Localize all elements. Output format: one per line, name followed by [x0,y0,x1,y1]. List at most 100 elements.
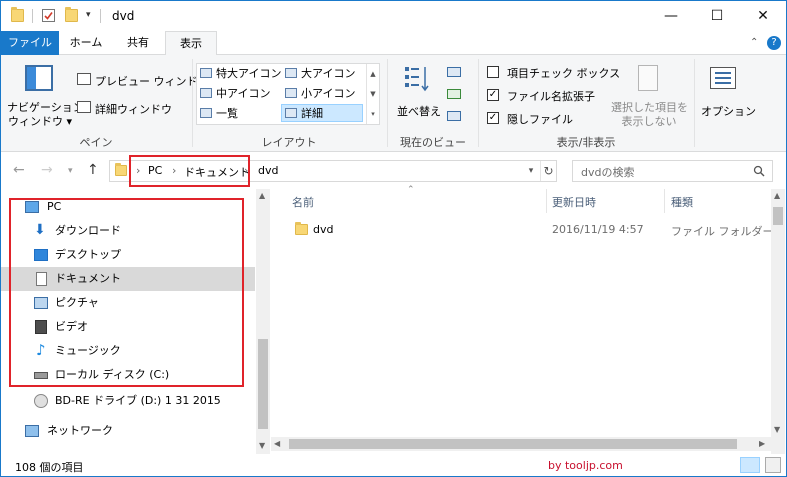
content-scroll-thumb[interactable] [773,207,783,225]
hide-selected-items-button[interactable]: 選択した項目を 表示しない [607,61,691,128]
layout-item-label: 一覧 [216,107,238,120]
folder-icon [115,163,127,176]
layout-gallery: 特大アイコン 大アイコン 中アイコン 小アイコン 一覧 詳細 ▲ ▼ ▾ [196,63,380,125]
address-dropdown-icon[interactable]: ▾ [524,161,538,181]
details-pane-icon [77,101,91,113]
crumb-dvd[interactable]: dvd [258,164,278,177]
column-divider[interactable] [664,189,665,213]
search-icon[interactable] [753,165,765,177]
maximize-button[interactable]: ☐ [694,1,740,31]
layout-extra-large-icons[interactable]: 特大アイコン [200,65,281,83]
sort-by-label: 並べ替え [397,105,441,118]
layout-item-label: 特大アイコン [216,67,282,80]
column-header-modified[interactable]: 更新日時 [552,194,596,210]
recent-locations-icon[interactable]: ▾ [68,166,73,176]
extra-large-icons-icon [200,68,212,78]
content-horizontal-scrollbar[interactable]: ◀ ▶ [271,437,771,451]
file-name-extensions-checkbox[interactable]: ✓ [487,89,499,101]
address-row: ← → ▾ ↑ › PC › ドキュメント › dvd ▾ ↻ dvdの検索 [1,153,786,189]
content-vertical-scrollbar[interactable]: ▲ ▼ [771,189,785,454]
scroll-up-icon[interactable]: ▲ [774,191,780,200]
forward-arrow-icon[interactable]: → [41,162,53,178]
minimize-button[interactable]: — [648,1,694,31]
layout-item-label: 詳細 [301,107,323,120]
table-row[interactable]: dvd 2016/11/19 4:57 ファイル フォルダー [285,220,774,242]
close-button[interactable]: ✕ [740,1,786,31]
column-header-name[interactable]: 名前 [292,194,314,210]
search-input[interactable]: dvdの検索 [581,164,634,180]
folder-icon [295,222,308,235]
details-icon [285,108,297,118]
nav-item-label: ネットワーク [47,424,113,437]
scroll-left-icon[interactable]: ◀ [274,439,280,448]
watermark-text: by tooljp.com [548,459,623,472]
layout-details[interactable]: 詳細 [281,104,363,122]
layout-large-icons[interactable]: 大アイコン [285,65,355,83]
hidden-items-label: 隠しファイル [507,113,573,126]
layout-small-icons[interactable]: 小アイコン [285,85,355,103]
item-check-boxes-label: 項目チェック ボックス [507,67,621,80]
quick-access-dropdown-icon[interactable]: ▾ [86,10,91,20]
layout-item-label: 小アイコン [301,87,356,100]
tab-file[interactable]: ファイル [1,31,59,55]
group-by-icon[interactable] [447,67,461,77]
item-count: 108 個の項目 [15,461,84,474]
sort-by-button[interactable]: 並べ替え [393,61,441,127]
gallery-scroll[interactable]: ▲ ▼ ▾ [366,64,379,124]
group-divider [694,59,695,147]
options-label: オプション [701,105,756,118]
item-check-boxes-checkbox[interactable] [487,66,499,78]
size-columns-icon[interactable] [447,111,461,121]
horizontal-scroll-thumb[interactable] [289,439,737,449]
nav-item-network[interactable]: ネットワーク [1,419,255,443]
scroll-down-icon[interactable]: ▼ [259,441,265,450]
large-icons-view-icon[interactable] [765,457,781,473]
file-modified: 2016/11/19 4:57 [552,223,644,236]
nav-item-label: BD-RE ドライブ (D:) 1 31 2015 [55,394,221,407]
sort-icon [405,67,429,92]
details-view-icon[interactable] [740,457,760,473]
help-icon[interactable]: ? [767,36,781,50]
window-title: dvd [112,9,135,23]
nav-pane-scrollbar[interactable]: ▲ ▼ [256,189,270,454]
navigation-pane: PC ⬇ ダウンロード デスクトップ ドキュメント ピクチャ ビデオ ♪ ミュー… [1,189,271,454]
preview-pane-icon [77,73,91,85]
file-list-pane: ⌃ 名前 更新日時 種類 dvd 2016/11/19 4:57 ファイル フォ… [271,185,785,454]
back-arrow-icon[interactable]: ← [13,162,25,178]
tab-view[interactable]: 表示 [165,31,217,56]
hide-selected-label-2: 表示しない [621,115,677,128]
preview-pane-button[interactable]: プレビュー ウィンドウ [77,71,209,89]
scroll-down-icon[interactable]: ▼ [774,425,780,434]
navigation-pane-label-2: ウィンドウ ▾ [7,115,73,128]
file-name-extensions-label: ファイル名拡張子 [507,90,595,103]
nav-scroll-thumb[interactable] [258,339,268,429]
folder-app-icon [11,7,24,22]
tab-home[interactable]: ホーム [63,31,109,55]
divider [100,9,101,23]
disc-icon [34,394,48,408]
navigation-pane-icon [25,65,53,91]
column-divider[interactable] [546,189,547,213]
properties-icon[interactable] [42,9,55,22]
search-box[interactable]: dvdの検索 [572,160,773,182]
scroll-right-icon[interactable]: ▶ [759,439,765,448]
tab-share[interactable]: 共有 [115,31,161,55]
layout-list[interactable]: 一覧 [200,105,238,123]
layout-medium-icons[interactable]: 中アイコン [200,85,270,103]
navigation-pane-button[interactable]: ナビゲーション ウィンドウ ▾ [5,59,84,131]
refresh-icon[interactable]: ↻ [540,161,556,181]
add-columns-icon[interactable] [447,89,461,99]
scroll-up-icon[interactable]: ▲ [259,191,265,200]
column-header-type[interactable]: 種類 [671,194,693,210]
group-label-show-hide: 表示/非表示 [556,136,616,149]
new-folder-icon[interactable] [65,7,78,22]
hidden-items-checkbox[interactable]: ✓ [487,112,499,124]
details-pane-button[interactable]: 詳細ウィンドウ [77,99,189,117]
up-arrow-icon[interactable]: ↑ [87,162,99,178]
medium-icons-icon [200,88,212,98]
ribbon: ナビゲーション ウィンドウ ▾ プレビュー ウィンドウ 詳細ウィンドウ ペイン … [1,55,786,152]
nav-item-bd-drive[interactable]: BD-RE ドライブ (D:) 1 31 2015 [1,389,255,413]
options-button[interactable]: オプション [697,61,756,127]
ribbon-collapse-icon[interactable]: ⌃ [750,37,758,48]
file-name: dvd [313,223,334,236]
